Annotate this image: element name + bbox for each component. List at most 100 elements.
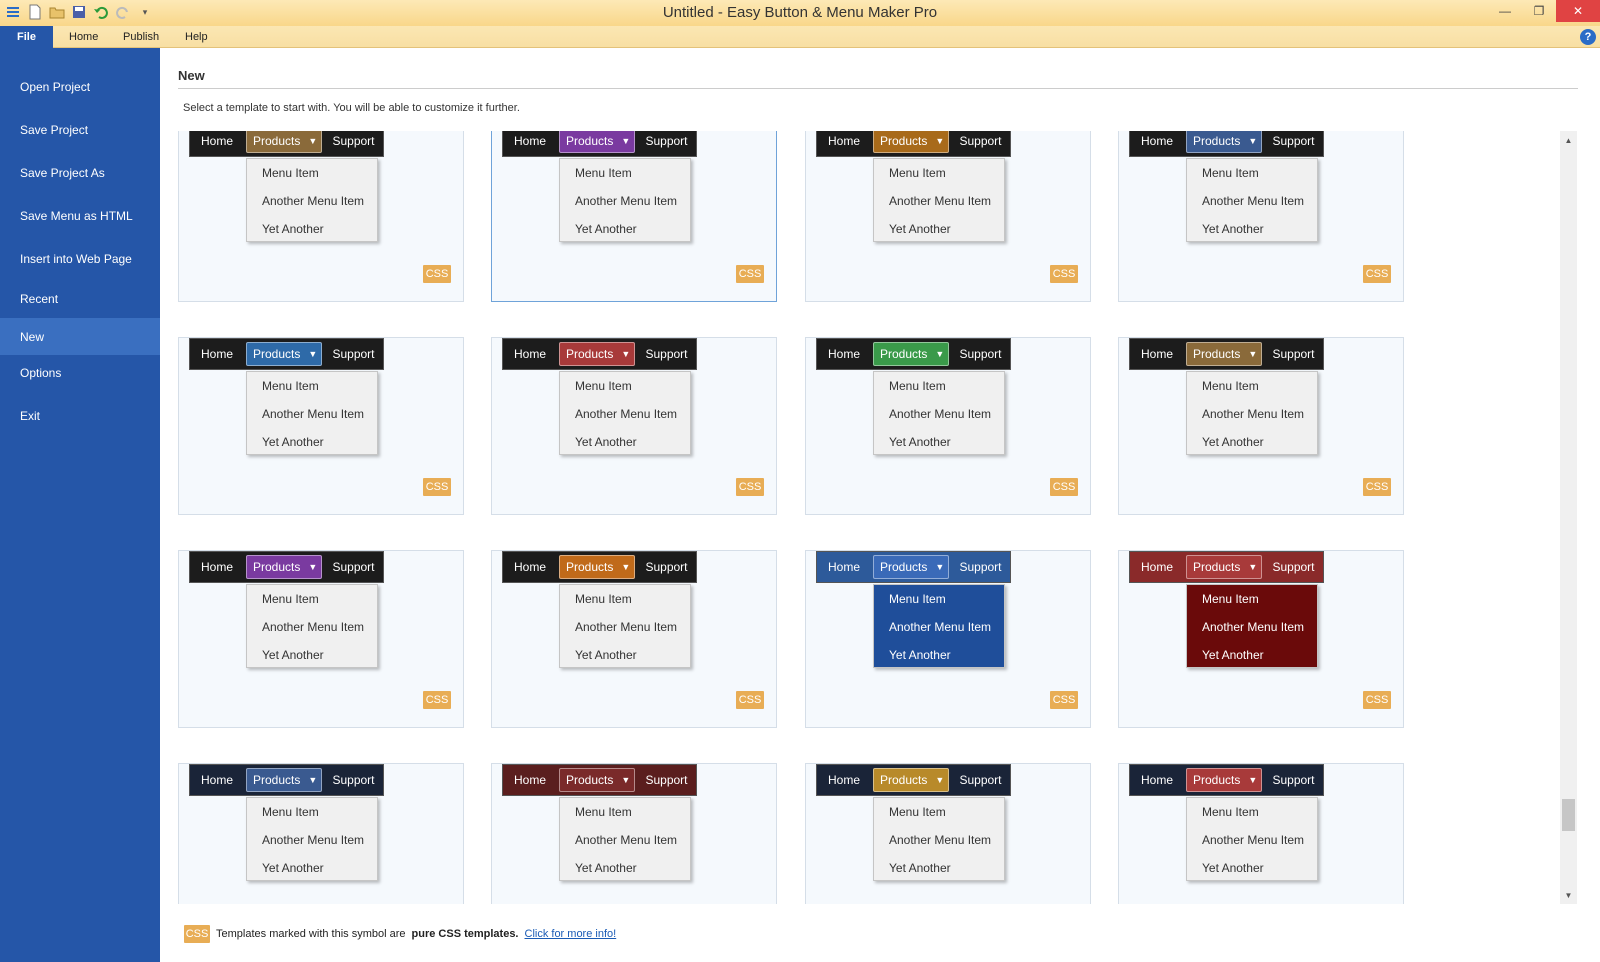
sidebar-item-save-menu-html[interactable]: Save Menu as HTML <box>0 199 160 233</box>
minimize-icon[interactable]: — <box>1488 0 1522 22</box>
template-dropdown-item: Yet Another <box>262 222 324 236</box>
template-dropdown-item: Menu Item <box>889 805 946 819</box>
close-icon[interactable]: ✕ <box>1556 0 1600 22</box>
template-card[interactable]: Home Products ▼ Support Menu Item Another Men… <box>1118 337 1404 515</box>
template-home-label: Home <box>200 347 233 361</box>
more-info-link[interactable]: Click for more info! <box>525 928 617 940</box>
template-home-label: Home <box>827 773 860 787</box>
template-support-label: Support <box>959 347 1002 361</box>
template-card[interactable]: Home Products ▼ Support Menu Item Another Men… <box>1118 131 1404 302</box>
template-support-label: Support <box>332 134 375 148</box>
template-support-label: Support <box>1272 773 1315 787</box>
template-card[interactable]: Home Products ▼ Support Menu Item Another Men… <box>805 763 1091 904</box>
template-card[interactable]: Home Products ▼ Support Menu Item Another Men… <box>491 550 777 728</box>
chevron-down-icon: ▼ <box>308 349 318 359</box>
chevron-down-icon: ▼ <box>935 349 945 359</box>
template-products-label: Products ▼ <box>1186 342 1262 366</box>
footer-bold-text: pure CSS templates. <box>411 928 519 940</box>
template-menu-bar: Home Products ▼ Support <box>816 551 1011 583</box>
template-dropdown-item: Yet Another <box>1202 222 1264 236</box>
chevron-down-icon: ▼ <box>1248 775 1258 785</box>
template-dropdown-item: Another Menu Item <box>575 407 678 421</box>
template-products-text: Products <box>566 134 614 148</box>
css-badge-icon: CSS <box>1363 691 1391 709</box>
template-products-text: Products <box>566 347 614 361</box>
chevron-down-icon: ▼ <box>935 562 945 572</box>
template-card[interactable]: Home Products ▼ Support Menu Item Another Men… <box>1118 763 1404 904</box>
sidebar-item-save-project-as[interactable]: Save Project As <box>0 156 160 190</box>
template-card[interactable]: Home Products ▼ Support Menu Item Another Men… <box>1118 550 1404 728</box>
template-products-label: Products ▼ <box>246 131 322 153</box>
sidebar-item-recent[interactable]: Recent <box>0 282 160 316</box>
template-support-label: Support <box>959 560 1002 574</box>
template-home-label: Home <box>1140 134 1173 148</box>
template-dropdown-item: Yet Another <box>575 861 637 875</box>
tab-home[interactable]: Home <box>69 31 98 43</box>
template-menu-bar: Home Products ▼ Support <box>1129 131 1324 157</box>
template-support-label: Support <box>959 773 1002 787</box>
template-menu-bar: Home Products ▼ Support <box>502 764 697 796</box>
template-dropdown-item: Yet Another <box>262 435 324 449</box>
template-dropdown-item: Yet Another <box>575 648 637 662</box>
template-menu-bar: Home Products ▼ Support <box>816 338 1011 370</box>
template-menu-bar: Home Products ▼ Support <box>816 131 1011 157</box>
window-controls: — ❐ ✕ <box>1488 0 1600 22</box>
tab-publish[interactable]: Publish <box>123 31 159 43</box>
template-dropdown: Menu Item Another Menu Item Yet Another <box>873 158 1005 242</box>
template-card[interactable]: Home Products ▼ Support Menu Item Another Men… <box>178 131 464 302</box>
template-card[interactable]: Home Products ▼ Support Menu Item Another Men… <box>805 131 1091 302</box>
template-menu-bar: Home Products ▼ Support <box>502 551 697 583</box>
template-card[interactable]: Home Products ▼ Support Menu Item Another Men… <box>491 131 777 302</box>
chevron-down-icon: ▼ <box>621 562 631 572</box>
scroll-up-icon[interactable]: ▲ <box>1560 133 1577 147</box>
css-badge-icon: CSS <box>1050 265 1078 283</box>
template-home-label: Home <box>827 134 860 148</box>
template-dropdown-item: Menu Item <box>889 592 946 606</box>
template-dropdown-item: Another Menu Item <box>889 407 992 421</box>
template-products-text: Products <box>880 347 928 361</box>
template-menu-bar: Home Products ▼ Support <box>189 764 384 796</box>
template-dropdown-item: Yet Another <box>889 648 951 662</box>
template-dropdown-item: Menu Item <box>1202 166 1259 180</box>
sidebar-item-exit[interactable]: Exit <box>0 399 160 433</box>
template-products-label: Products ▼ <box>559 555 635 579</box>
template-menu-bar: Home Products ▼ Support <box>1129 338 1324 370</box>
template-dropdown-item: Yet Another <box>889 435 951 449</box>
scrollbar-thumb[interactable] <box>1562 799 1575 831</box>
chevron-down-icon: ▼ <box>935 775 945 785</box>
sidebar-item-insert-web-page[interactable]: Insert into Web Page <box>0 242 160 276</box>
sidebar-item-open-project[interactable]: Open Project <box>0 70 160 104</box>
template-dropdown-item: Another Menu Item <box>575 620 678 634</box>
css-badge-icon: CSS <box>1050 691 1078 709</box>
template-dropdown-item: Another Menu Item <box>1202 194 1305 208</box>
template-support-label: Support <box>959 134 1002 148</box>
template-dropdown-item: Another Menu Item <box>889 833 992 847</box>
template-home-label: Home <box>827 560 860 574</box>
template-card[interactable]: Home Products ▼ Support Menu Item Another Men… <box>178 550 464 728</box>
css-badge-icon: CSS <box>1363 478 1391 496</box>
template-card[interactable]: Home Products ▼ Support Menu Item Another Men… <box>178 763 464 904</box>
restore-icon[interactable]: ❐ <box>1522 0 1556 22</box>
help-icon[interactable]: ? <box>1580 29 1596 45</box>
sidebar-item-save-project[interactable]: Save Project <box>0 113 160 147</box>
footer-text: Templates marked with this symbol are <box>216 928 406 940</box>
vertical-scrollbar[interactable]: ▲ ▼ <box>1560 131 1577 904</box>
template-products-text: Products <box>1193 773 1241 787</box>
template-dropdown-item: Yet Another <box>1202 861 1264 875</box>
tab-file[interactable]: File <box>0 26 53 48</box>
template-card[interactable]: Home Products ▼ Support Menu Item Another Men… <box>491 337 777 515</box>
template-dropdown-item: Menu Item <box>262 592 319 606</box>
template-card[interactable]: Home Products ▼ Support Menu Item Another Men… <box>178 337 464 515</box>
template-card[interactable]: Home Products ▼ Support Menu Item Another Men… <box>805 337 1091 515</box>
template-dropdown-item: Yet Another <box>262 861 324 875</box>
sidebar-item-new[interactable]: New <box>0 318 160 355</box>
window-title: Untitled - Easy Button & Menu Maker Pro <box>662 4 938 21</box>
template-products-label: Products ▼ <box>1186 131 1262 153</box>
template-menu-bar: Home Products ▼ Support <box>189 131 384 157</box>
template-menu-bar: Home Products ▼ Support <box>816 764 1011 796</box>
scroll-down-icon[interactable]: ▼ <box>1560 888 1577 902</box>
template-card[interactable]: Home Products ▼ Support Menu Item Another Men… <box>805 550 1091 728</box>
tab-help[interactable]: Help <box>185 31 208 43</box>
template-card[interactable]: Home Products ▼ Support Menu Item Another Men… <box>491 763 777 904</box>
sidebar-item-options[interactable]: Options <box>0 356 160 390</box>
